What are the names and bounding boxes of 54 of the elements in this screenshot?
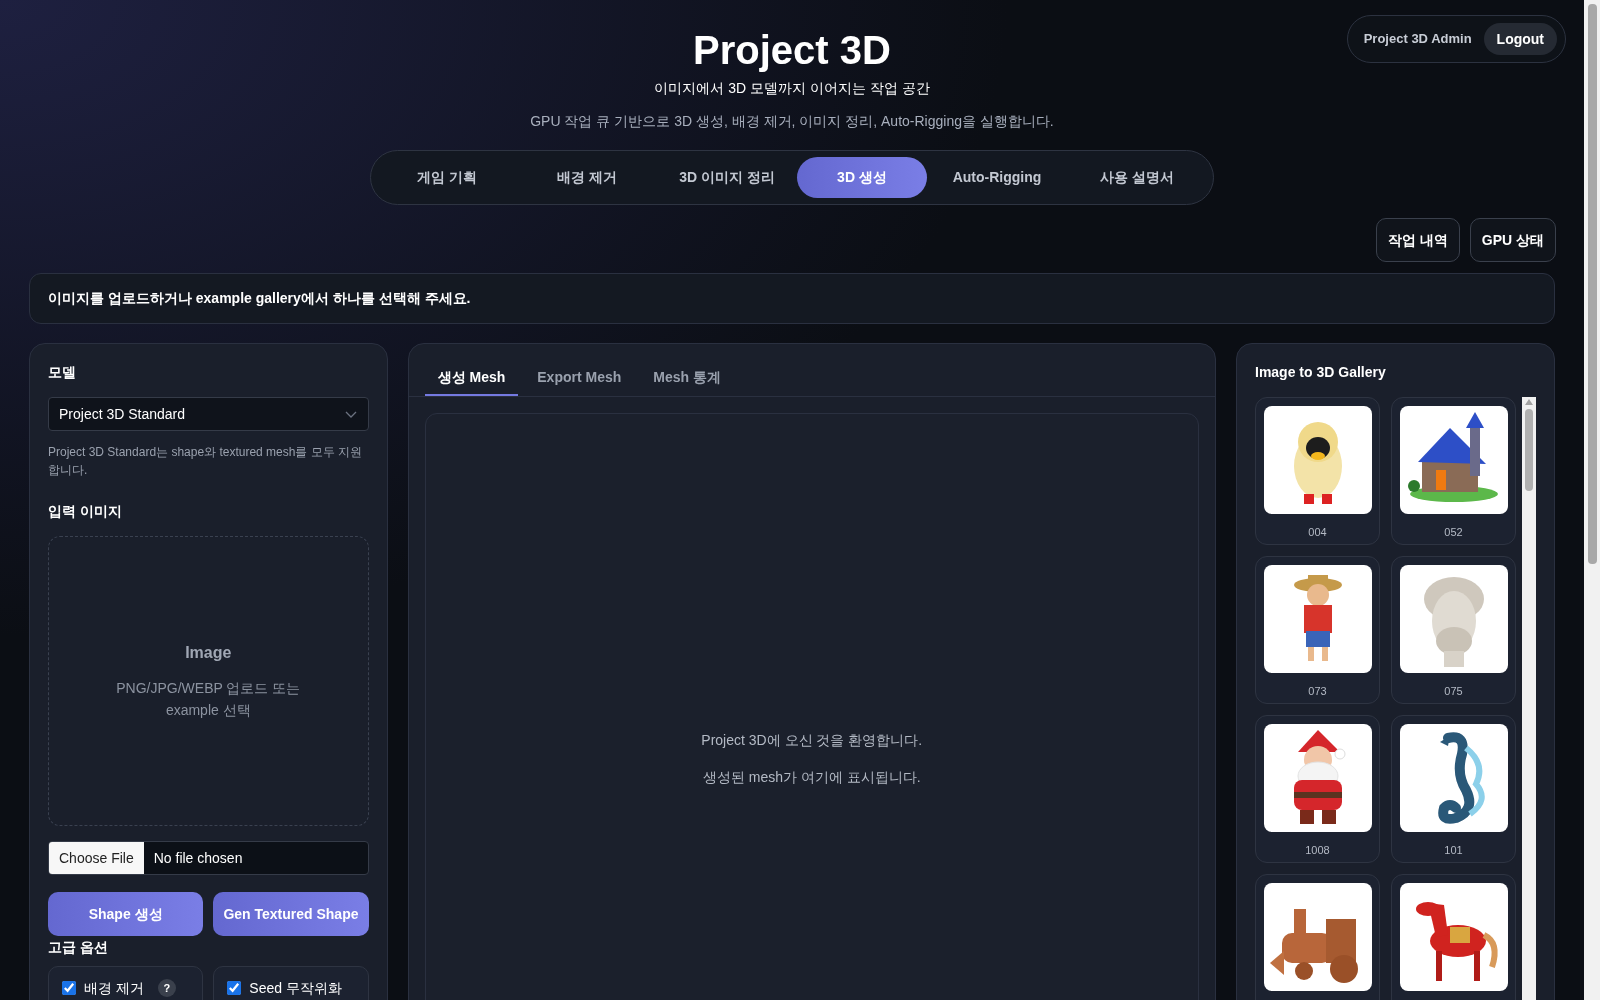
nav-tab[interactable]: 사용 설명서: [1067, 157, 1207, 198]
user-name: Project 3D Admin: [1363, 30, 1472, 49]
option-label: Seed 무작위화: [249, 978, 342, 998]
section-label: 고급 옵션: [48, 938, 109, 957]
viewer-message: Project 3D에 오신 것을 환영합니다.: [701, 731, 923, 750]
dropzone-hint: PNG/JPG/WEBP 업로드 또는 example 선택: [116, 679, 301, 720]
viewer-tab[interactable]: Export Mesh: [524, 360, 635, 396]
viewer-tab[interactable]: 생성 Mesh: [424, 360, 519, 396]
gallery-label: 101: [1444, 843, 1463, 858]
section-label: 모델: [48, 363, 77, 382]
chevron-down-icon: [343, 409, 358, 419]
viewer-message: 생성된 mesh가 여기에 표시됩니다.: [702, 768, 921, 787]
scrollbar[interactable]: [1584, 0, 1600, 1000]
nav-tab[interactable]: 게임 기획: [377, 157, 517, 198]
gallery-label: 073: [1308, 684, 1327, 699]
gallery-card[interactable]: 004: [1255, 397, 1380, 545]
nav-tab[interactable]: 3D 이미지 정리: [657, 157, 797, 198]
image-dropzone[interactable]: Image PNG/JPG/WEBP 업로드 또는 example 선택: [48, 536, 369, 826]
model-dropdown[interactable]: Project 3D Standard: [48, 397, 369, 431]
dropzone-title: Image: [185, 643, 232, 663]
gallery-card[interactable]: 101: [1391, 715, 1516, 863]
logout-button[interactable]: Logout: [1483, 23, 1557, 55]
action-button[interactable]: 작업 내역: [1375, 218, 1460, 262]
nav-tab[interactable]: Auto-Rigging: [927, 157, 1067, 198]
gallery-card[interactable]: [1391, 874, 1516, 1000]
gallery-label: 075: [1444, 684, 1463, 699]
nav-tab[interactable]: 배경 제거: [517, 157, 657, 198]
page-description: GPU 작업 큐 기반으로 3D 생성, 배경 제거, 이미지 정리, Auto-Rigging을 실행합니다.: [530, 112, 1054, 131]
option-checkbox[interactable]: [62, 981, 76, 995]
option-label: 배경 제거: [84, 978, 144, 998]
section-label: 입력 이미지: [48, 502, 123, 521]
option-checkbox[interactable]: [227, 981, 242, 995]
page-subtitle: 이미지에서 3D 모델까지 이어지는 작업 공간: [654, 79, 930, 98]
generate-button[interactable]: Shape 생성: [48, 892, 204, 936]
file-input[interactable]: Choose File No file chosen: [48, 841, 369, 875]
help-text: Project 3D Standard는 shape와 textured mesh를 모두 지원합니다.: [48, 444, 364, 479]
gallery-card[interactable]: 075: [1391, 556, 1516, 704]
gallery-card[interactable]: 073: [1255, 556, 1380, 704]
action-button[interactable]: GPU 상태: [1469, 218, 1556, 262]
generate-button[interactable]: Gen Textured Shape: [213, 892, 369, 936]
viewer-tab[interactable]: Mesh 통계: [640, 360, 734, 396]
notice-banner: 이미지를 업로드하거나 example gallery에서 하나를 선택해 주세요.: [29, 273, 1555, 324]
scrollbar-thumb[interactable]: [1525, 409, 1533, 491]
gallery-title: Image to 3D Gallery: [1255, 363, 1387, 382]
gallery-card[interactable]: 1008: [1255, 715, 1380, 863]
gallery-card[interactable]: 052: [1391, 397, 1516, 545]
gallery-scrollbar[interactable]: [1522, 397, 1536, 1000]
gallery-label: 004: [1308, 525, 1327, 540]
gallery-card[interactable]: [1255, 874, 1380, 1000]
gallery-label: 1008: [1305, 843, 1330, 858]
gallery-label: 052: [1444, 525, 1463, 540]
nav-tab[interactable]: 3D 생성: [797, 157, 927, 198]
page-title: Project 3D: [693, 27, 891, 74]
help-badge[interactable]: ?: [157, 979, 176, 997]
